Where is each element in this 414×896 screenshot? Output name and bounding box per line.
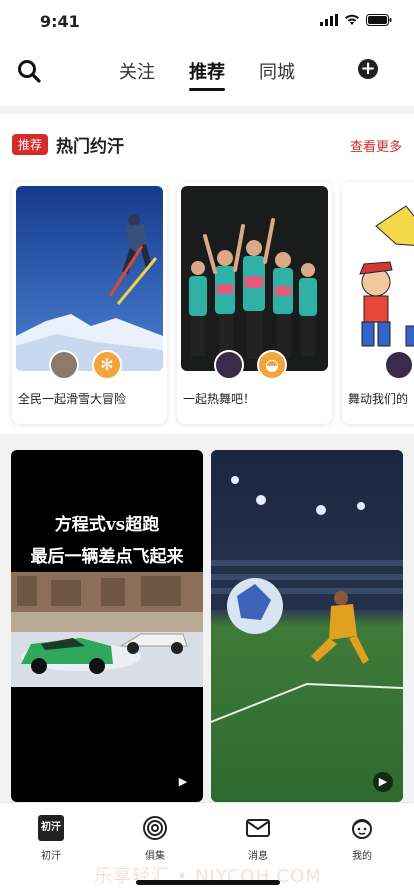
status-time: 9:41 xyxy=(40,12,80,31)
play-icon[interactable]: ▶ xyxy=(175,774,191,790)
activity-card[interactable]: 舞动我们的 xyxy=(342,182,414,424)
card-title: 一起热舞吧！ xyxy=(183,392,256,406)
tab-recommend[interactable]: 推荐 xyxy=(189,58,225,91)
recommend-badge: 推荐 xyxy=(12,134,49,155)
status-bar: 9:41 xyxy=(0,0,414,44)
activity-card[interactable]: ◒ 一起热舞吧！ xyxy=(177,182,332,424)
avatar[interactable] xyxy=(49,350,79,380)
hot-section: 推荐 热门约汗 查看更多 ✻ 全民一起滑雪大冒险 ◒ 一起热舞吧！ 舞动我们的 xyxy=(0,114,414,434)
status-icons xyxy=(320,14,392,26)
video-card[interactable]: ▶ xyxy=(211,450,403,802)
tab-club[interactable]: 俱集 xyxy=(125,815,185,862)
top-nav: 关注 推荐 同城 + xyxy=(0,44,414,106)
video-thumbnail-cars xyxy=(11,572,203,687)
card-title: 全民一起滑雪大冒险 xyxy=(18,392,127,406)
avatar[interactable] xyxy=(384,350,414,380)
activity-card[interactable]: ✻ 全民一起滑雪大冒险 xyxy=(12,182,167,424)
card-image-skiing xyxy=(16,186,163,371)
play-icon[interactable]: ▶ xyxy=(373,772,393,792)
signal-icon xyxy=(320,14,338,26)
video-thumbnail-football xyxy=(211,450,403,802)
tab-local[interactable]: 同城 xyxy=(259,58,295,84)
video-headline: 方程式vs超跑 xyxy=(54,515,160,535)
tab-club-label: 俱集 xyxy=(145,851,165,862)
tab-follow[interactable]: 关注 xyxy=(119,58,155,84)
card-image-dance xyxy=(181,186,328,371)
tab-profile[interactable]: 我的 xyxy=(332,815,392,862)
home-indicator xyxy=(136,880,280,885)
card-title: 舞动我们的 xyxy=(348,392,409,406)
video-card[interactable]: 方程式vs超跑 最后一辆差点飞起来 ▶ xyxy=(11,450,203,802)
shoe-icon: ◒ xyxy=(257,350,287,380)
snowflake-icon: ✻ xyxy=(92,350,122,380)
video-subheadline: 最后一辆差点飞起来 xyxy=(30,547,184,567)
mail-icon xyxy=(246,819,270,837)
section-header: 推荐 热门约汗 xyxy=(12,132,124,157)
wifi-icon xyxy=(345,14,359,25)
tab-messages[interactable]: 消息 xyxy=(228,815,288,862)
tab-messages-label: 消息 xyxy=(248,851,268,862)
see-more-link[interactable]: 查看更多 xyxy=(350,136,402,155)
section-title: 热门约汗 xyxy=(56,137,125,157)
tab-home[interactable]: 初汗 初汗 xyxy=(21,815,81,862)
battery-icon xyxy=(366,14,392,26)
tab-profile-label: 我的 xyxy=(352,851,372,862)
add-icon[interactable]: + xyxy=(358,59,378,79)
tab-home-label: 初汗 xyxy=(41,851,61,862)
target-icon xyxy=(143,816,167,840)
avatar[interactable] xyxy=(214,350,244,380)
app-logo-icon: 初汗 xyxy=(38,815,64,841)
profile-icon xyxy=(352,819,372,839)
feed-tabs: 关注 推荐 同城 xyxy=(0,58,414,91)
card-image-cartoon xyxy=(346,186,414,371)
